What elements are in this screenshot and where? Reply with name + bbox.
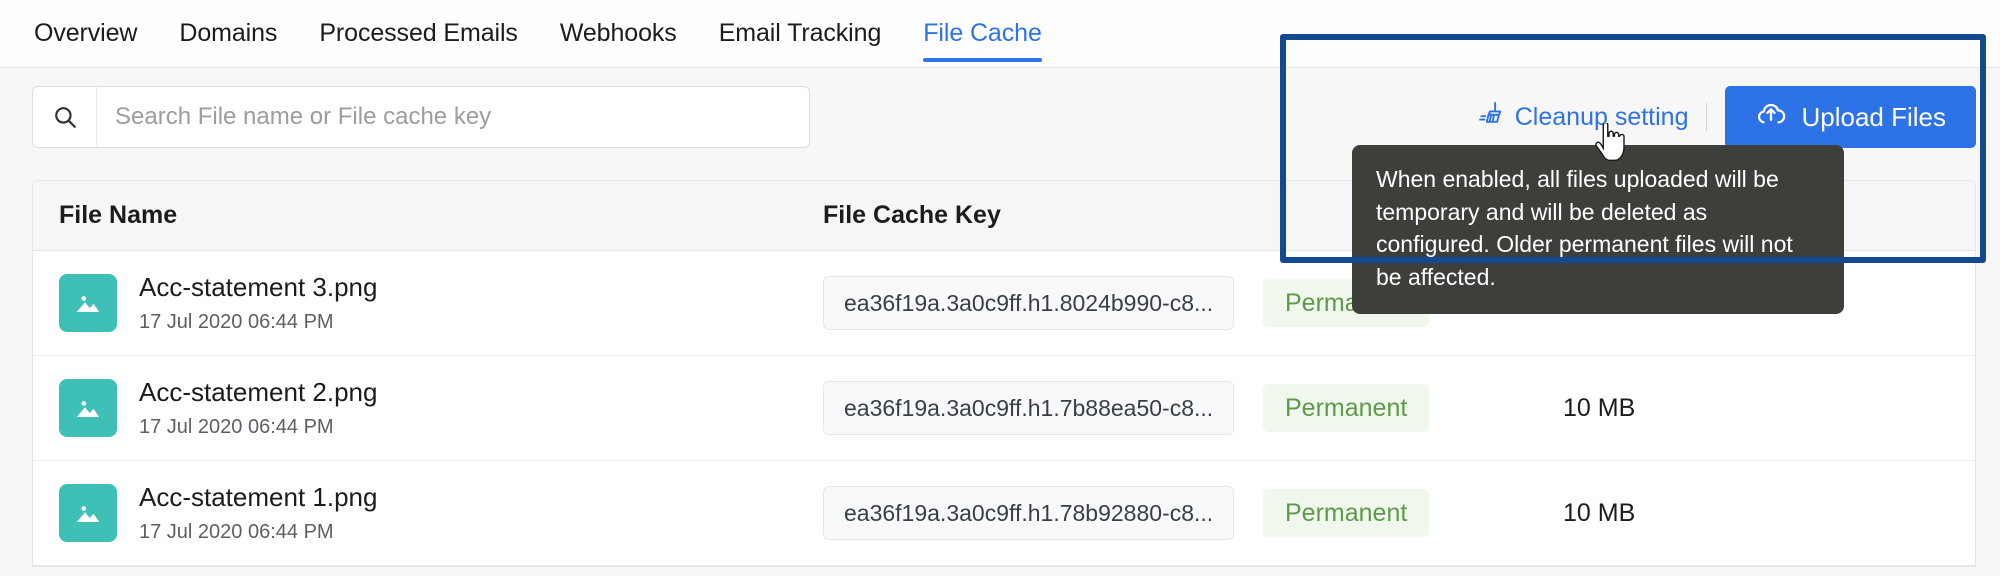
file-cache-key-chip[interactable]: ea36f19a.3a0c9ff.h1.8024b990-c8... xyxy=(823,276,1235,330)
file-name-cell: Acc-statement 1.png 17 Jul 2020 06:44 PM xyxy=(33,482,823,543)
table-row[interactable]: Acc-statement 1.png 17 Jul 2020 06:44 PM… xyxy=(33,461,1975,566)
file-size-text: 10 MB xyxy=(1563,498,1636,527)
tab-email-tracking[interactable]: Email Tracking xyxy=(719,0,882,68)
file-cache-key-cell: ea36f19a.3a0c9ff.h1.8024b990-c8... xyxy=(823,276,1263,330)
file-name-text: Acc-statement 1.png xyxy=(139,482,378,513)
file-date-text: 17 Jul 2020 06:44 PM xyxy=(139,415,334,438)
image-file-icon xyxy=(59,484,117,542)
status-badge: Permanent xyxy=(1263,384,1430,432)
tab-domains-label: Domains xyxy=(179,19,278,47)
cleanup-setting-tooltip: When enabled, all files uploaded will be… xyxy=(1352,145,1844,314)
tab-overview-label: Overview xyxy=(34,19,138,47)
file-size-text: 10 MB xyxy=(1563,393,1636,422)
tab-overview[interactable]: Overview xyxy=(34,0,137,68)
search-input[interactable] xyxy=(97,103,809,131)
column-header-file-name: File Name xyxy=(59,201,178,229)
tab-webhooks-label: Webhooks xyxy=(559,19,677,47)
file-name-cell: Acc-statement 2.png 17 Jul 2020 06:44 PM xyxy=(33,377,823,438)
file-info: Acc-statement 3.png 17 Jul 2020 06:44 PM xyxy=(139,272,377,333)
file-date-text: 17 Jul 2020 06:44 PM xyxy=(139,520,334,543)
status-badge: Permanent xyxy=(1263,489,1430,537)
file-cache-key-chip[interactable]: ea36f19a.3a0c9ff.h1.78b92880-c8... xyxy=(823,486,1235,540)
file-info: Acc-statement 1.png 17 Jul 2020 06:44 PM xyxy=(139,482,377,543)
status-cell: Permanent xyxy=(1263,489,1563,537)
column-header-file-cache-key: File Cache Key xyxy=(823,201,1001,229)
tab-file-cache[interactable]: File Cache xyxy=(923,0,1042,68)
file-info: Acc-statement 2.png 17 Jul 2020 06:44 PM xyxy=(139,377,377,438)
tab-processed-emails[interactable]: Processed Emails xyxy=(319,0,518,68)
image-file-icon xyxy=(59,274,117,332)
toolbar-actions: Cleanup setting Upload Files xyxy=(1478,86,1976,148)
broom-icon xyxy=(1478,100,1505,134)
size-cell: 10 MB xyxy=(1563,394,1813,423)
file-cache-key-chip[interactable]: ea36f19a.3a0c9ff.h1.7b88ea50-c8... xyxy=(823,381,1235,435)
file-cache-key-cell: ea36f19a.3a0c9ff.h1.7b88ea50-c8... xyxy=(823,381,1263,435)
tab-domains[interactable]: Domains xyxy=(179,0,277,68)
cloud-upload-icon xyxy=(1755,98,1787,137)
image-file-icon xyxy=(59,379,117,437)
tab-processed-emails-label: Processed Emails xyxy=(319,19,518,47)
table-row[interactable]: Acc-statement 2.png 17 Jul 2020 06:44 PM… xyxy=(33,356,1975,461)
upload-files-label: Upload Files xyxy=(1801,101,1946,132)
file-name-text: Acc-statement 3.png xyxy=(139,272,378,303)
cleanup-setting-label: Cleanup setting xyxy=(1514,102,1689,131)
file-name-cell: Acc-statement 3.png 17 Jul 2020 06:44 PM xyxy=(33,272,823,333)
upload-files-button[interactable]: Upload Files xyxy=(1725,86,1976,148)
file-date-text: 17 Jul 2020 06:44 PM xyxy=(139,310,334,333)
file-cache-page: Overview Domains Processed Emails Webhoo… xyxy=(0,0,2000,576)
tab-file-cache-label: File Cache xyxy=(923,19,1042,47)
file-cache-key-cell: ea36f19a.3a0c9ff.h1.78b92880-c8... xyxy=(823,486,1263,540)
tab-email-tracking-label: Email Tracking xyxy=(718,19,882,47)
tab-webhooks[interactable]: Webhooks xyxy=(560,0,677,68)
file-name-text: Acc-statement 2.png xyxy=(139,377,378,408)
cleanup-setting-button[interactable]: Cleanup setting xyxy=(1478,100,1707,134)
status-cell: Permanent xyxy=(1263,384,1563,432)
action-divider xyxy=(1706,103,1708,131)
search-icon[interactable] xyxy=(33,87,97,147)
search-box[interactable] xyxy=(32,86,810,148)
size-cell: 10 MB xyxy=(1563,499,1813,528)
primary-nav-tabs: Overview Domains Processed Emails Webhoo… xyxy=(0,0,2000,68)
